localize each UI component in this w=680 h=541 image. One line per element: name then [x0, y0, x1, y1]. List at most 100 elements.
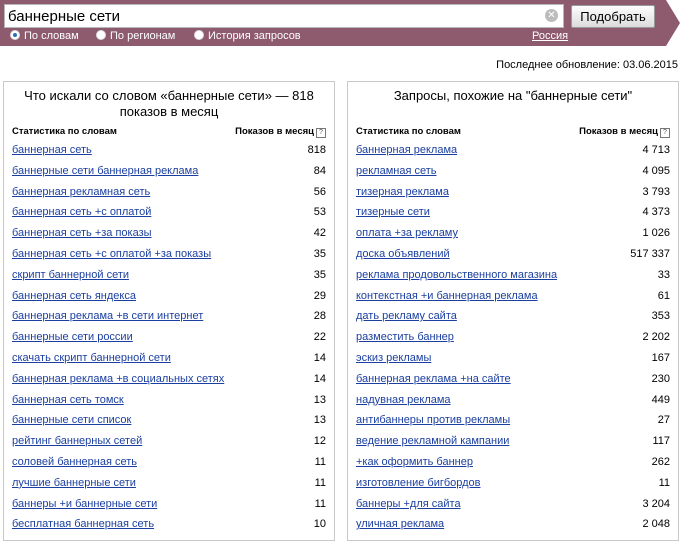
shows-count: 14 [313, 351, 326, 364]
mode-by-regions[interactable]: По регионам [96, 30, 175, 42]
query-link[interactable]: баннерные сети список [12, 414, 131, 426]
query-link[interactable]: реклама продовольственного магазина [356, 269, 557, 281]
col-shows-label: Показов в месяц [579, 126, 658, 137]
table-row: уличная реклама 2 048 [356, 514, 670, 535]
search-input[interactable] [8, 6, 538, 26]
query-link[interactable]: баннерная реклама [356, 144, 457, 156]
query-link[interactable]: контекстная +и баннерная реклама [356, 290, 538, 302]
shows-count: 230 [651, 372, 670, 385]
query-link[interactable]: баннерная сеть +за показы [12, 227, 152, 239]
shows-count: 29 [313, 289, 326, 302]
query-link[interactable]: ведение рекламной кампании [356, 435, 509, 447]
table-row: баннерная сеть 818 [12, 140, 326, 161]
table-row: оплата +за рекламу 1 026 [356, 223, 670, 244]
query-link[interactable]: рекламная сеть [356, 165, 437, 177]
radio-icon[interactable] [96, 30, 106, 40]
shows-count: 1 026 [642, 227, 670, 240]
table-row: разместить баннер 2 202 [356, 327, 670, 348]
table-row: дать рекламу сайта 353 [356, 306, 670, 327]
clear-icon[interactable]: ✕ [545, 9, 558, 22]
query-link[interactable]: изготовление бигбордов [356, 477, 481, 489]
table-row: антибаннеры против рекламы 27 [356, 410, 670, 431]
query-link[interactable]: оплата +за рекламу [356, 227, 458, 239]
query-link[interactable]: баннерная сеть [12, 144, 92, 156]
table-row: соловей баннерная сеть 11 [12, 452, 326, 473]
shows-count: 2 048 [642, 518, 670, 531]
words-panel: Что искали со словом «баннерные сети» — … [3, 81, 335, 541]
table-row: баннерная реклама +в сети интернет 28 [12, 306, 326, 327]
panel-title: Запросы, похожие на "баннерные сети" [393, 88, 633, 103]
shows-count: 53 [313, 206, 326, 219]
table-row: рекламная сеть 4 095 [356, 161, 670, 182]
mode-label: По регионам [110, 30, 176, 42]
search-bar: ✕ Подобрать По словам По регионам Истори… [0, 0, 680, 46]
query-link[interactable]: лучшие баннерные сети [12, 477, 136, 489]
table-row: надувная реклама 449 [356, 390, 670, 411]
region-link[interactable]: Россия [532, 30, 568, 42]
shows-count: 353 [651, 310, 670, 323]
query-link[interactable]: баннерная реклама +на сайте [356, 373, 511, 385]
query-link[interactable]: баннеры +для сайта [356, 498, 461, 510]
shows-count: 11 [314, 455, 326, 468]
query-link[interactable]: баннерная сеть +с оплатой [12, 206, 151, 218]
shows-count: 4 373 [642, 206, 670, 219]
query-link[interactable]: баннерная реклама +в сети интернет [12, 310, 203, 322]
table-row: баннерная сеть +с оплатой 53 [12, 202, 326, 223]
shows-count: 14 [313, 372, 326, 385]
pick-button[interactable]: Подобрать [571, 5, 655, 28]
help-icon[interactable]: ? [660, 128, 670, 138]
query-link[interactable]: тизерная реклама [356, 186, 449, 198]
query-link[interactable]: разместить баннер [356, 331, 454, 343]
query-link[interactable]: скрипт баннерной сети [12, 269, 129, 281]
shows-count: 11 [314, 497, 326, 510]
query-link[interactable]: баннерная рекламная сеть [12, 186, 150, 198]
table-row: доска объявлений 517 337 [356, 244, 670, 265]
table-row: баннерная реклама 4 713 [356, 140, 670, 161]
shows-count: 11 [314, 476, 326, 489]
query-link[interactable]: баннерная сеть томск [12, 394, 124, 406]
radio-icon[interactable] [194, 30, 204, 40]
shows-count: 56 [313, 185, 326, 198]
table-row: баннерная сеть яндекса 29 [12, 286, 326, 307]
query-link[interactable]: баннеры +и баннерные сети [12, 498, 157, 510]
shows-count: 4 713 [642, 144, 670, 156]
query-link[interactable]: скачать скрипт баннерной сети [12, 352, 171, 364]
shows-count: 13 [313, 414, 326, 427]
shows-count: 10 [313, 518, 326, 531]
table-row: баннерная реклама +на сайте 230 [356, 369, 670, 390]
shows-count: 167 [651, 351, 670, 364]
query-link[interactable]: тизерные сети [356, 206, 430, 218]
query-link[interactable]: доска объявлений [356, 248, 450, 260]
query-link[interactable]: баннерная сеть +с оплатой +за показы [12, 248, 211, 260]
query-link[interactable]: рейтинг баннерных сетей [12, 435, 142, 447]
query-link[interactable]: надувная реклама [356, 394, 451, 406]
query-link[interactable]: +как оформить баннер [356, 456, 473, 468]
table-row: бесплатная баннерная сеть 10 [12, 514, 326, 535]
table-row: баннерная сеть +за показы 42 [12, 223, 326, 244]
bar-notch [666, 0, 680, 46]
table-row: скачать скрипт баннерной сети 14 [12, 348, 326, 369]
query-link[interactable]: соловей баннерная сеть [12, 456, 137, 468]
query-link[interactable]: антибаннеры против рекламы [356, 414, 510, 426]
col-shows-label: Показов в месяц [235, 126, 314, 137]
shows-count: 27 [657, 414, 670, 427]
shows-count: 262 [651, 455, 670, 468]
query-link[interactable]: баннерные сети баннерная реклама [12, 165, 198, 177]
table-row: реклама продовольственного магазина 33 [356, 265, 670, 286]
help-icon[interactable]: ? [316, 128, 326, 138]
shows-count: 2 202 [642, 331, 670, 344]
table-row: скрипт баннерной сети 35 [12, 265, 326, 286]
col-stats-header: Статистика по словам [12, 126, 117, 137]
query-link[interactable]: бесплатная баннерная сеть [12, 518, 154, 530]
query-link[interactable]: эскиз рекламы [356, 352, 431, 364]
query-link[interactable]: баннерные сети россии [12, 331, 133, 343]
query-link[interactable]: уличная реклама [356, 518, 444, 530]
query-link[interactable]: баннерная реклама +в социальных сетях [12, 373, 224, 385]
similar-panel: Запросы, похожие на "баннерные сети" Ста… [347, 81, 679, 541]
query-link[interactable]: дать рекламу сайта [356, 310, 457, 322]
radio-icon[interactable] [10, 30, 20, 40]
mode-by-words[interactable]: По словам [10, 30, 79, 42]
shows-count: 11 [658, 476, 670, 489]
mode-history[interactable]: История запросов [194, 30, 301, 42]
query-link[interactable]: баннерная сеть яндекса [12, 290, 136, 302]
